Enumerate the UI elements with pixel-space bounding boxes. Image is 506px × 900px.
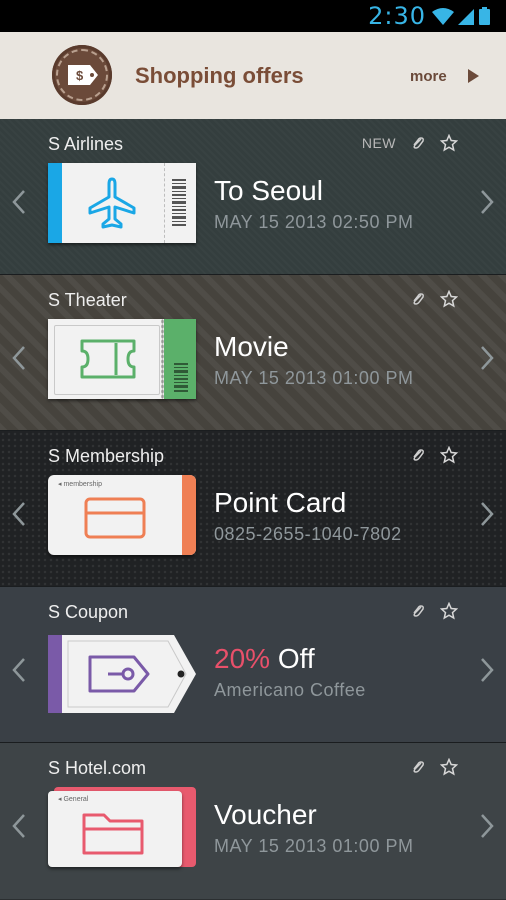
paperclip-icon[interactable] — [410, 291, 426, 307]
hotel-voucher: ◂ General — [48, 787, 196, 867]
chevron-left-icon[interactable] — [10, 501, 28, 527]
svg-text:$: $ — [76, 68, 84, 83]
chevron-left-icon[interactable] — [10, 813, 28, 839]
paperclip-icon[interactable] — [410, 759, 426, 775]
chevron-left-icon[interactable] — [10, 345, 28, 371]
chevron-left-icon[interactable] — [10, 189, 28, 215]
card-theater[interactable]: S Theater Movie MAY 15 2013 01:00 PM — [0, 275, 506, 431]
new-badge: NEW — [361, 135, 396, 151]
paperclip-icon[interactable] — [410, 603, 426, 619]
airplane-icon — [88, 177, 136, 229]
card-provider-name: S Hotel.com — [48, 758, 147, 778]
wifi-icon — [432, 8, 454, 25]
chevron-right-icon[interactable] — [478, 657, 496, 683]
star-icon[interactable] — [440, 290, 458, 308]
card-provider-name: S Airlines — [48, 134, 124, 154]
chevron-right-icon[interactable] — [478, 501, 496, 527]
more-arrow-icon[interactable] — [468, 69, 479, 83]
card-title: 20% Off — [214, 643, 315, 675]
card-subtitle: MAY 15 2013 01:00 PM — [214, 836, 414, 856]
ticket-icon — [80, 339, 136, 379]
header-title: Shopping offers — [135, 63, 304, 88]
paperclip-icon[interactable] — [410, 447, 426, 463]
card-tag-label: General — [63, 796, 89, 803]
status-time: 2:30 — [368, 2, 426, 30]
signal-icon — [458, 9, 474, 25]
folder-icon — [82, 813, 144, 855]
paperclip-icon[interactable] — [410, 135, 426, 151]
membership-card: ◂ membership — [48, 475, 196, 555]
star-icon[interactable] — [440, 602, 458, 620]
star-icon[interactable] — [440, 446, 458, 464]
card-provider-name: S Coupon — [48, 602, 129, 622]
star-icon[interactable] — [440, 134, 458, 152]
boarding-pass-ticket — [48, 163, 196, 243]
coupon-tag — [48, 635, 196, 713]
battery-icon — [479, 7, 490, 25]
card-subtitle: Americano Coffee — [214, 680, 366, 700]
status-icons — [432, 7, 490, 25]
card-title: Movie — [214, 331, 289, 362]
price-tag-logo-icon: $ — [52, 45, 112, 105]
barcode-icon — [174, 363, 188, 392]
card-title-text: Off — [277, 643, 315, 674]
discount-highlight: 20% — [214, 643, 271, 674]
card-provider-name: S Membership — [48, 446, 165, 466]
chevron-right-icon[interactable] — [478, 813, 496, 839]
shopping-offers-header[interactable]: $ Shopping offers more — [0, 32, 506, 120]
card-hotel[interactable]: S Hotel.com ◂ General Voucher MAY 15 201… — [0, 743, 506, 899]
card-subtitle: 0825-2655-1040-7802 — [214, 524, 402, 544]
more-link[interactable]: more — [410, 68, 447, 85]
status-bar: 2:30 — [0, 0, 506, 32]
card-title: To Seoul — [214, 175, 323, 206]
card-title: Point Card — [214, 487, 347, 518]
star-icon[interactable] — [440, 758, 458, 776]
movie-ticket — [48, 319, 196, 399]
chevron-right-icon[interactable] — [478, 345, 496, 371]
barcode-icon — [172, 179, 186, 226]
card-subtitle: MAY 15 2013 02:50 PM — [214, 212, 414, 232]
chevron-right-icon[interactable] — [478, 189, 496, 215]
card-subtitle: MAY 15 2013 01:00 PM — [214, 368, 414, 388]
card-airlines[interactable]: S Airlines NEW To Seoul MAY 15 2013 02:5… — [0, 119, 506, 275]
card-tag-label: membership — [63, 481, 102, 488]
card-icon — [84, 497, 146, 539]
card-membership[interactable]: S Membership ◂ membership Point Card 082… — [0, 431, 506, 587]
card-coupon[interactable]: S Coupon 20% Off Americano Coffee — [0, 587, 506, 743]
card-title: Voucher — [214, 799, 317, 830]
card-provider-name: S Theater — [48, 290, 127, 310]
chevron-left-icon[interactable] — [10, 657, 28, 683]
